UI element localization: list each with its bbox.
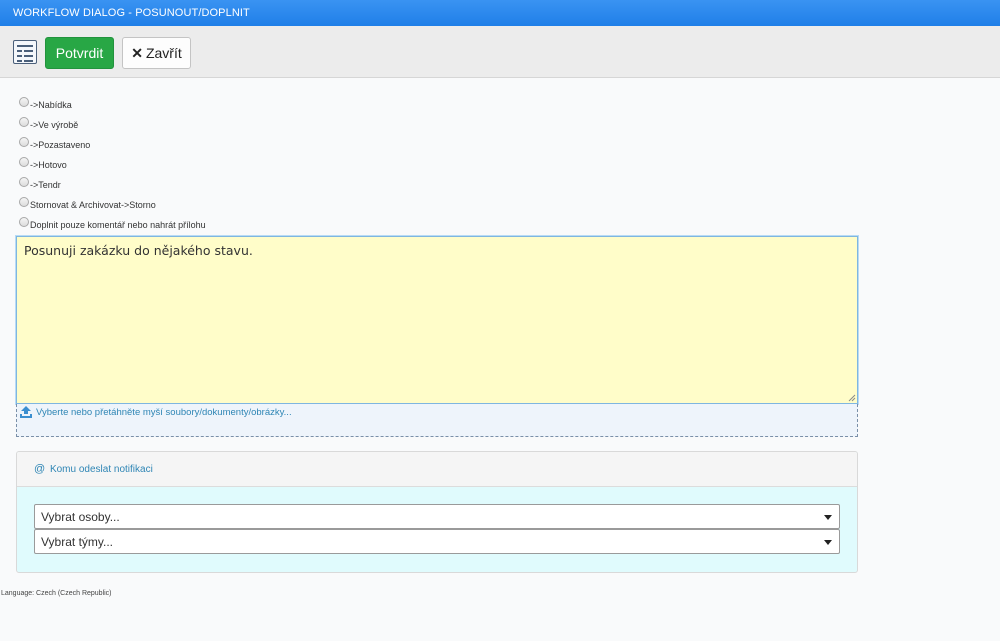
list-form-icon[interactable] (13, 40, 37, 64)
state-options: ->Nabídka ->Ve výrobě ->Pozastaveno ->Ho… (19, 95, 419, 235)
confirm-button[interactable]: Potvrdit (45, 37, 114, 69)
option-label: ->Pozastaveno (30, 140, 91, 150)
radio-button[interactable] (19, 217, 29, 227)
option-label: Doplnit pouze komentář nebo nahrát přílo… (30, 220, 206, 230)
comment-textarea[interactable] (16, 236, 858, 404)
select-teams[interactable]: Vybrat týmy... (34, 529, 840, 554)
window-title: WORKFLOW DIALOG - POSUNOUT/DOPLNIT (0, 0, 1000, 26)
radio-button[interactable] (19, 197, 29, 207)
notification-header-label: Komu odeslat notifikaci (49, 464, 153, 475)
radio-button[interactable] (19, 157, 29, 167)
close-button-label: Zavřít (145, 44, 182, 61)
notification-header[interactable]: @ Komu odeslat notifikaci (17, 452, 857, 487)
caret-down-icon (824, 540, 832, 545)
option-label: ->Ve výrobě (30, 120, 79, 130)
option-tendr[interactable]: ->Tendr (19, 175, 419, 195)
option-nabidka[interactable]: ->Nabídka (19, 95, 419, 115)
radio-button[interactable] (19, 97, 29, 107)
option-label: ->Hotovo (30, 160, 67, 170)
option-storno[interactable]: Stornovat & Archivovat->Storno (19, 195, 419, 215)
select-teams-placeholder: Vybrat týmy... (41, 535, 114, 549)
close-icon: ✕ (131, 44, 143, 61)
radio-button[interactable] (19, 117, 29, 127)
option-hotovo[interactable]: ->Hotovo (19, 155, 419, 175)
radio-button[interactable] (19, 177, 29, 187)
option-ve-vyrobe[interactable]: ->Ve výrobě (19, 115, 419, 135)
option-comment-only[interactable]: Doplnit pouze komentář nebo nahrát přílo… (19, 215, 419, 235)
select-persons[interactable]: Vybrat osoby... (34, 504, 840, 529)
caret-down-icon (824, 515, 832, 520)
language-footer: Language: Czech (Czech Republic) (1, 590, 112, 597)
radio-button[interactable] (19, 137, 29, 147)
close-button[interactable]: ✕ Zavřít (122, 37, 191, 69)
upload-label[interactable]: Vyberte nebo přetáhněte myší soubory/dok… (36, 407, 292, 418)
file-upload-dropzone[interactable]: Vyberte nebo přetáhněte myší soubory/dok… (16, 404, 858, 437)
toolbar: Potvrdit ✕ Zavřít (0, 26, 1000, 78)
notification-panel: @ Komu odeslat notifikaci Vybrat osoby..… (16, 451, 858, 573)
option-pozastaveno[interactable]: ->Pozastaveno (19, 135, 419, 155)
select-persons-placeholder: Vybrat osoby... (41, 510, 120, 524)
upload-icon (20, 406, 32, 418)
at-icon: @ (34, 463, 46, 475)
option-label: ->Tendr (30, 180, 61, 190)
option-label: Stornovat & Archivovat->Storno (30, 200, 156, 210)
option-label: ->Nabídka (30, 100, 72, 110)
